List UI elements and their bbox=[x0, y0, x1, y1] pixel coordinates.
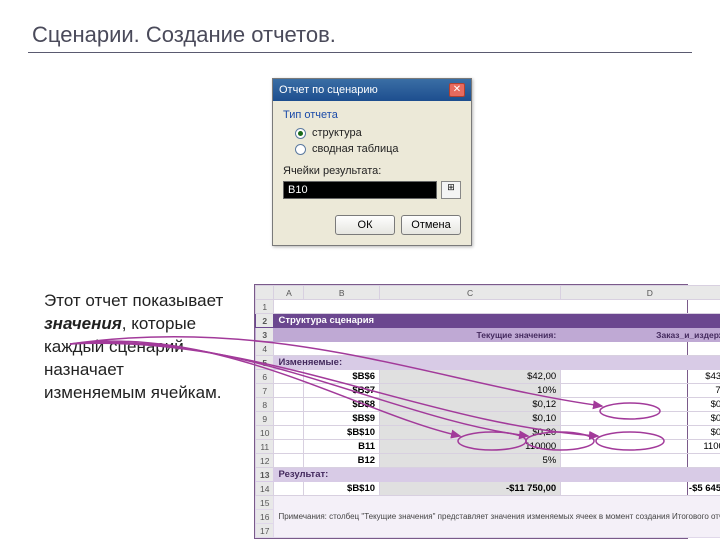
cell-label: $B$7 bbox=[304, 384, 380, 398]
table-cell: $0,20 bbox=[380, 426, 561, 440]
radio-icon bbox=[295, 128, 306, 139]
dialog-title: Отчет по сценарию bbox=[279, 84, 378, 96]
table-cell: 110000 bbox=[380, 440, 561, 454]
radio-pivot-label: сводная таблица bbox=[312, 143, 399, 155]
table-cell: $0,12 bbox=[380, 398, 561, 412]
col-order: Заказ_и_издержки bbox=[561, 328, 720, 342]
cell-label: $B$10 bbox=[304, 426, 380, 440]
table-cell: 10% bbox=[380, 384, 561, 398]
cell-label: $B$6 bbox=[304, 370, 380, 384]
cancel-button[interactable]: Отмена bbox=[401, 215, 461, 235]
table-cell: 73% bbox=[561, 384, 720, 398]
scenario-report-table: A B C D E F G 1 2Структура сценария 3 Те… bbox=[254, 284, 688, 539]
ok-button[interactable]: ОК bbox=[335, 215, 395, 235]
table-cell: $0,12 bbox=[561, 398, 720, 412]
col-d: D bbox=[561, 286, 720, 300]
radio-structure-label: структура bbox=[312, 127, 362, 139]
table-cell: $0,10 bbox=[561, 412, 720, 426]
radio-pivot[interactable]: сводная таблица bbox=[283, 141, 461, 157]
cell-label: $B$8 bbox=[304, 398, 380, 412]
explain-p1: Этот отчет показывает bbox=[44, 291, 223, 310]
col-current: Текущие значения: bbox=[380, 328, 561, 342]
table-cell: 5% bbox=[380, 454, 561, 468]
report-footnote: Примечания: столбец "Текущие значения" п… bbox=[274, 496, 720, 538]
section-result: Результат: bbox=[274, 468, 720, 482]
section-changeable: Изменяемые: bbox=[274, 356, 720, 370]
cell-label: B11 bbox=[304, 440, 380, 454]
result-cells-label: Ячейки результата: bbox=[283, 165, 461, 177]
report-title-band: Структура сценария bbox=[274, 314, 720, 328]
explanation-text: Этот отчет показывает значения, которые … bbox=[44, 290, 229, 405]
table-cell: -$11 750,00 bbox=[380, 482, 561, 496]
dialog-titlebar: Отчет по сценарию ✕ bbox=[273, 79, 471, 101]
close-icon[interactable]: ✕ bbox=[449, 83, 465, 97]
col-c: C bbox=[380, 286, 561, 300]
explain-em: значения bbox=[44, 314, 122, 333]
range-picker-icon[interactable]: ⊞ bbox=[441, 181, 461, 199]
title-underline bbox=[28, 52, 692, 53]
table-cell: $0,10 bbox=[380, 412, 561, 426]
table-cell: $43,00 bbox=[561, 370, 720, 384]
table-cell: 5% bbox=[561, 454, 720, 468]
table-cell: $42,00 bbox=[380, 370, 561, 384]
slide-title: Сценарии. Создание отчетов. bbox=[32, 22, 336, 48]
cell-label: B12 bbox=[304, 454, 380, 468]
result-cells-input[interactable] bbox=[283, 181, 437, 199]
radio-structure[interactable]: структура bbox=[283, 125, 461, 141]
radio-icon bbox=[295, 144, 306, 155]
scenario-report-dialog: Отчет по сценарию ✕ Тип отчета структура… bbox=[272, 78, 472, 246]
col-a: A bbox=[274, 286, 304, 300]
group-label-report-type: Тип отчета bbox=[283, 109, 461, 121]
cell-label: $B$9 bbox=[304, 412, 380, 426]
table-cell: $0,20 bbox=[561, 426, 720, 440]
cell-label: $B$10 bbox=[304, 482, 380, 496]
col-b: B bbox=[304, 286, 380, 300]
table-cell: 110000 bbox=[561, 440, 720, 454]
table-cell: -$5 645,00 bbox=[561, 482, 720, 496]
